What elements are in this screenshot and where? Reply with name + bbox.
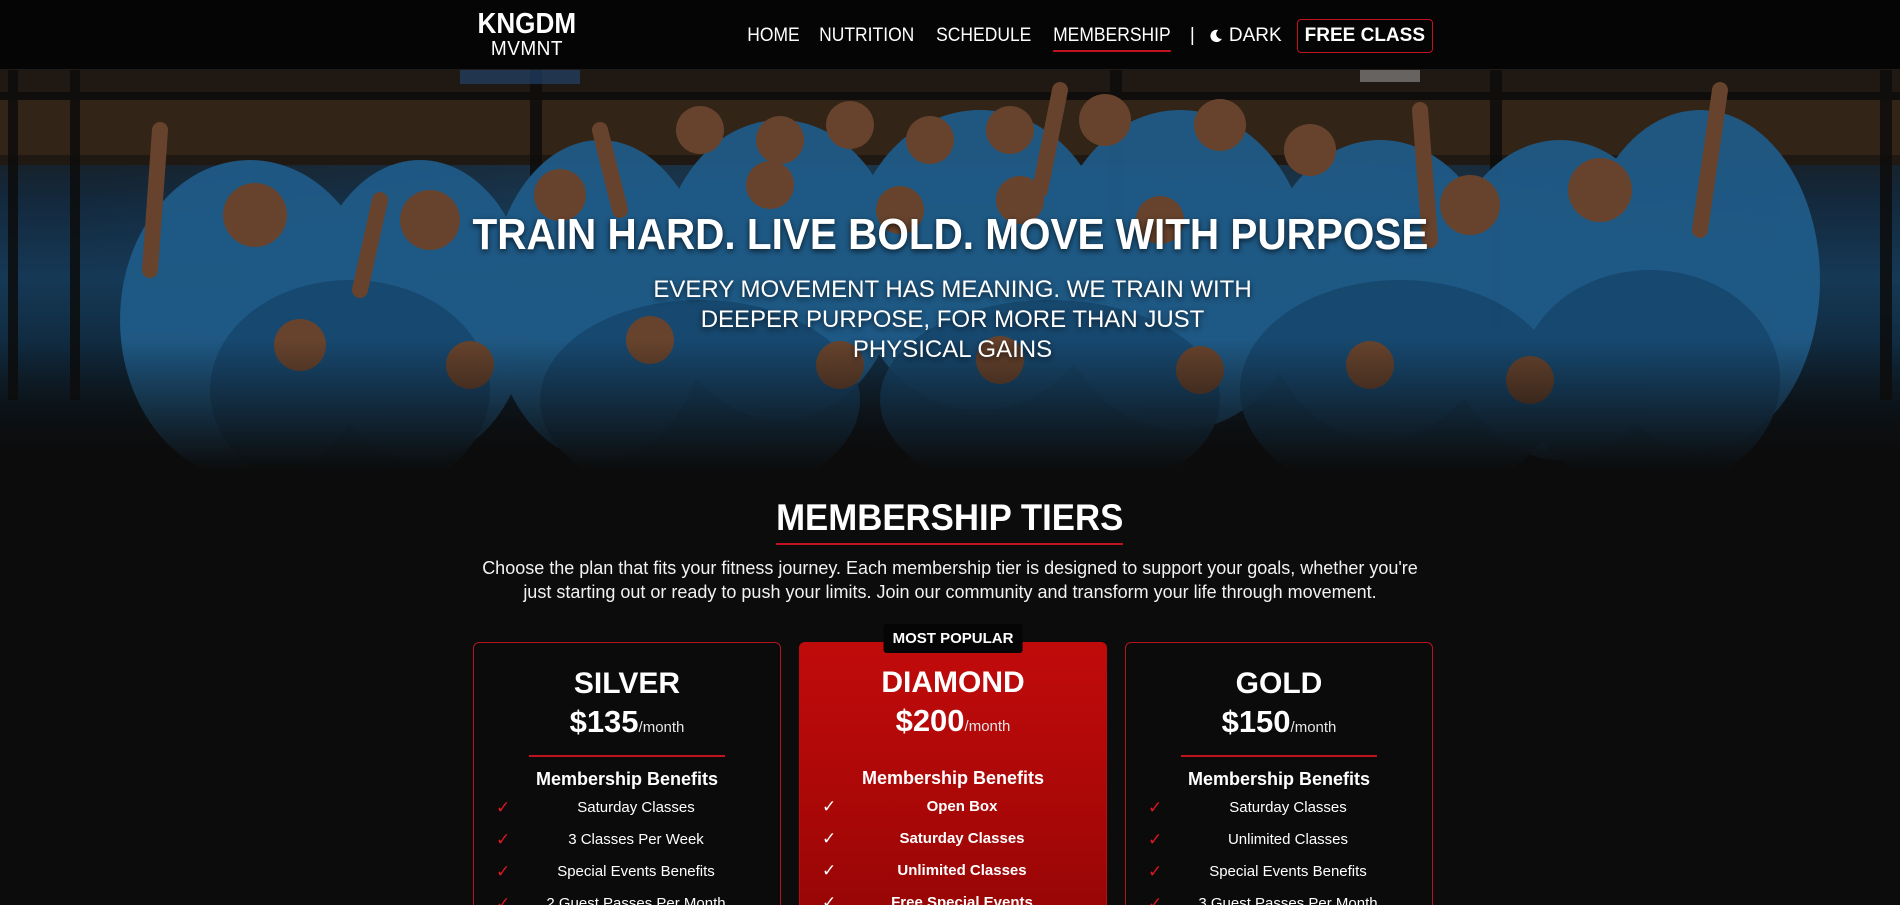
benefits-heading: Membership Benefits	[535, 769, 719, 789]
benefit-item: ✓ Special Events Benefits	[496, 862, 715, 881]
membership-section-header: MEMBERSHIP TIERS	[0, 497, 1900, 545]
logo-bottom-text: MVMNT	[490, 38, 563, 60]
benefit-item: ✓ Unlimited Classes	[822, 861, 1027, 880]
benefit-item: ✓ Free Special Events	[800, 894, 1106, 905]
membership-description: Choose the plan that fits your fitness j…	[482, 558, 1418, 602]
most-popular-badge: MOST POPULAR	[883, 624, 1023, 653]
price-amount: $200	[895, 703, 965, 738]
check-icon: ✓	[822, 797, 837, 816]
benefit-item: ✓ Unlimited Classes	[1148, 830, 1349, 849]
benefit-item: ✓ Special Events Benefits	[1148, 862, 1367, 881]
tier-price: $150/month	[1126, 703, 1432, 747]
benefit-item: ✓ Open Box	[822, 797, 998, 816]
moon-icon	[1210, 29, 1222, 43]
top-navbar: KNGDM MVMNT HOME NUTRITION SCHEDULE MEMB…	[0, 0, 1900, 70]
benefit-item: ✓ Saturday Classes	[496, 798, 695, 817]
hero-section: TRAIN HARD. LIVE BOLD. MOVE WITH PURPOSE…	[0, 70, 1900, 470]
benefit-item: ✓ 3 Guest Passes Per Month	[1126, 895, 1432, 905]
check-icon: ✓	[1148, 830, 1163, 849]
benefit-list: ✓ Open Box ✓ Saturday Classes ✓ Unlimited C…	[800, 798, 1106, 905]
price-period: /month	[1290, 719, 1337, 736]
check-icon: ✓	[496, 894, 511, 905]
tier-price: $135/month	[474, 703, 780, 747]
hero-subtitle: EVERY MOVEMENT HAS MEANING. WE TRAIN WIT…	[653, 276, 1252, 363]
check-icon: ✓	[822, 893, 837, 905]
tier-price: $200/month	[800, 702, 1106, 746]
benefit-item: ✓ Saturday Classes	[822, 829, 1025, 848]
nav-link-membership[interactable]: MEMBERSHIP	[1053, 21, 1171, 52]
price-period: /month	[638, 719, 685, 736]
membership-title: MEMBERSHIP TIERS	[776, 497, 1124, 545]
check-icon: ✓	[496, 830, 511, 849]
theme-toggle[interactable]: DARK	[1209, 25, 1282, 47]
benefit-list: ✓ Saturday Classes ✓ Unlimited Classes ✓ Sp…	[1126, 799, 1432, 905]
logo-top-text: KNGDM	[477, 8, 577, 40]
benefits-heading: Membership Benefits	[861, 768, 1045, 788]
hero-title: TRAIN HARD. LIVE BOLD. MOVE WITH PURPOSE	[472, 210, 1428, 259]
check-icon: ✓	[822, 861, 837, 880]
check-icon: ✓	[1148, 798, 1163, 817]
nav-separator: |	[1189, 25, 1195, 46]
tier-name: GOLD	[1235, 667, 1323, 700]
price-amount: $150	[1221, 704, 1291, 739]
benefits-heading: Membership Benefits	[1187, 769, 1371, 789]
check-icon: ✓	[496, 862, 511, 881]
tier-name: DIAMOND	[881, 666, 1025, 699]
tier-divider	[855, 754, 1051, 756]
check-icon: ✓	[822, 829, 837, 848]
benefit-item: ✓ 2 Guest Passes Per Month	[474, 895, 780, 905]
benefit-item: ✓ 3 Classes Per Week	[496, 830, 704, 849]
tier-divider	[529, 755, 725, 757]
nav-link-home[interactable]: HOME	[748, 21, 800, 51]
tier-card-silver[interactable]: SILVER $135/month Membership Benefits ✓ S…	[473, 642, 781, 905]
check-icon: ✓	[1148, 894, 1163, 905]
nav-link-nutrition[interactable]: NUTRITION	[819, 21, 914, 51]
price-amount: $135	[569, 704, 639, 739]
benefit-item: ✓ Saturday Classes	[1148, 798, 1347, 817]
tier-card-diamond[interactable]: MOST POPULAR DIAMOND $200/month Membersh…	[799, 624, 1107, 905]
nav-link-schedule[interactable]: SCHEDULE	[936, 21, 1031, 51]
tier-divider	[1181, 755, 1377, 757]
price-period: /month	[964, 718, 1011, 735]
tier-card-gold[interactable]: GOLD $150/month Membership Benefits ✓ Sat…	[1125, 642, 1433, 905]
benefit-list: ✓ Saturday Classes ✓ 3 Classes Per Week ✓ S…	[474, 799, 780, 905]
tier-name: SILVER	[573, 667, 681, 700]
check-icon: ✓	[1148, 862, 1163, 881]
check-icon: ✓	[496, 798, 511, 817]
nav-links: HOME NUTRITION SCHEDULE MEMBERSHIP | DAR…	[745, 19, 1433, 53]
free-class-button[interactable]: FREE CLASS	[1296, 19, 1433, 53]
theme-toggle-label: DARK	[1228, 25, 1282, 46]
brand-logo[interactable]: KNGDM MVMNT	[472, 8, 582, 60]
